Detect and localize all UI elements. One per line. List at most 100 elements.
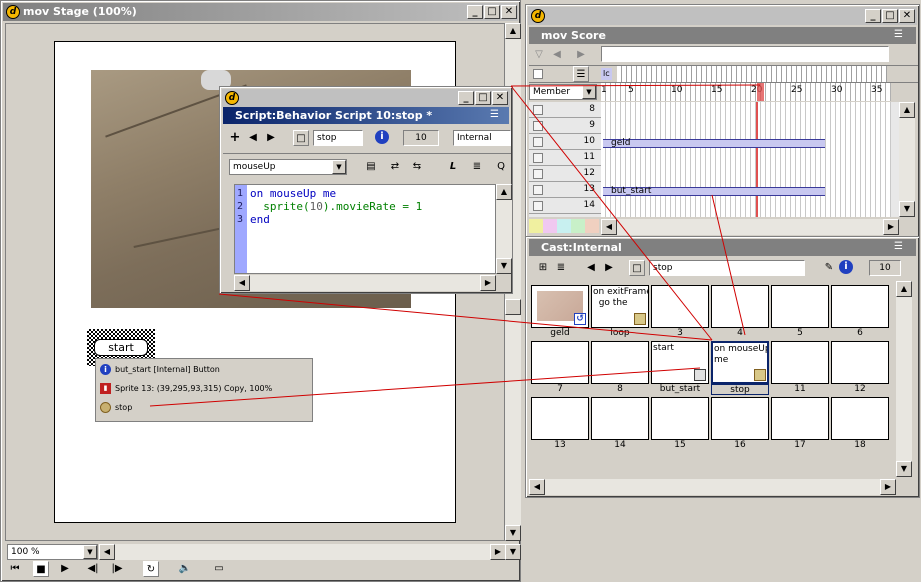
script-name-field[interactable]: stop	[313, 130, 363, 146]
stage-hscroll[interactable]	[99, 544, 506, 560]
indent-icon[interactable]: ⇄	[387, 159, 403, 175]
channel-toggle[interactable]	[533, 121, 543, 131]
script-scroll-down[interactable]: ▼	[496, 258, 512, 274]
channel-toggle[interactable]	[533, 185, 543, 195]
cast-hscroll[interactable]	[529, 479, 896, 495]
cast-member-2[interactable]: on exitFrame me go theloop	[591, 285, 649, 339]
cast-scroll-left[interactable]: ◀	[529, 479, 545, 495]
cast-panel-header[interactable]: Cast:Internal	[529, 239, 916, 256]
rewind-icon[interactable]: ⏮	[7, 561, 23, 577]
sprite-span-geld[interactable]: geld	[603, 139, 825, 148]
loop-icon[interactable]: ↻	[143, 561, 159, 577]
cast-member-7[interactable]: 7	[531, 341, 589, 395]
cast-member-13[interactable]: 13	[531, 397, 589, 451]
filter-icon[interactable]: ▽	[531, 47, 547, 63]
list-view-icon[interactable]: ≣	[553, 260, 569, 276]
cast-member-10[interactable]: on mouseUp me stop	[711, 341, 769, 395]
score-panel-header[interactable]: mov Score	[529, 27, 916, 44]
maximize-icon[interactable]: □	[475, 91, 491, 105]
stop-icon[interactable]: ■	[33, 561, 49, 577]
cast-member-18[interactable]: 18	[831, 397, 889, 451]
step-back-icon[interactable]: ◀|	[85, 561, 101, 577]
channel-toggle[interactable]	[533, 201, 543, 211]
channel-10[interactable]: 10	[529, 134, 601, 150]
cast-member-3[interactable]: 3	[651, 285, 709, 339]
score-scroll-down[interactable]: ▼	[899, 201, 915, 217]
next-member-icon[interactable]: ▶	[263, 130, 279, 146]
cast-member-11[interactable]: 11	[771, 341, 829, 395]
channel-toggle[interactable]	[533, 105, 543, 115]
stage-scroll-down[interactable]: ▼	[505, 525, 521, 541]
cast-member-6[interactable]: 6	[831, 285, 889, 339]
script-icon[interactable]: ✎	[821, 260, 837, 276]
close-icon[interactable]: ✕	[492, 91, 508, 105]
minimize-icon[interactable]: _	[865, 9, 881, 23]
cast-member-5[interactable]: 5	[771, 285, 829, 339]
lingo-list-icon[interactable]: ≣	[469, 159, 485, 175]
channel-12[interactable]: 12	[529, 166, 601, 182]
sprite-span-but-start[interactable]: but_start	[603, 187, 825, 196]
close-icon[interactable]: ✕	[501, 5, 517, 19]
cast-member-8[interactable]: 8	[591, 341, 649, 395]
cast-member-4[interactable]: 4	[711, 285, 769, 339]
script-scroll-up[interactable]: ▲	[496, 184, 512, 200]
info-icon[interactable]: i	[839, 260, 853, 274]
marker-label[interactable]: lc	[601, 68, 612, 80]
channel-11[interactable]: 11	[529, 150, 601, 166]
step-forward-icon[interactable]: |▶	[109, 561, 125, 577]
marker-toggle[interactable]	[533, 69, 543, 79]
panel-menu-icon[interactable]: ☰	[490, 109, 499, 120]
script-panel-header[interactable]: Script:Behavior Script 10:stop *	[223, 107, 509, 124]
panel-menu-icon[interactable]: ☰	[894, 29, 903, 40]
cast-scroll-down[interactable]: ▼	[896, 461, 912, 477]
script-scroll-left[interactable]: ◀	[234, 275, 250, 291]
panel-menu-icon[interactable]: ☰	[894, 241, 903, 252]
add-icon[interactable]: +	[227, 130, 243, 146]
nav-right-icon[interactable]: ▶	[573, 47, 589, 63]
script-editor[interactable]: 1 2 3 on mouseUp me sprite(10).movieRate…	[234, 184, 496, 274]
stage-scroll-right[interactable]: ▶	[490, 544, 506, 560]
cast-member-15[interactable]: 15	[651, 397, 709, 451]
channel-13[interactable]: 13	[529, 182, 601, 198]
prev-member-icon[interactable]: ◀	[583, 260, 599, 276]
channel-14[interactable]: 14	[529, 198, 601, 214]
zoom-select[interactable]: 100 % ▼	[7, 544, 98, 560]
cast-member-16[interactable]: 16	[711, 397, 769, 451]
stage-scroll-up[interactable]: ▲	[505, 23, 521, 39]
cast-number-field[interactable]: 10	[869, 260, 901, 276]
channel-toggle[interactable]	[533, 137, 543, 147]
outdent-icon[interactable]: ⇆	[409, 159, 425, 175]
cast-member-14[interactable]: 14	[591, 397, 649, 451]
info-icon[interactable]: i	[375, 130, 389, 144]
script-cast-lib-field[interactable]: Internal	[453, 130, 511, 146]
channel-9[interactable]: 9	[529, 118, 601, 134]
drag-member-icon[interactable]: □	[629, 260, 645, 276]
cast-member-12[interactable]: 12	[831, 341, 889, 395]
channel-toggle[interactable]	[533, 153, 543, 163]
script-scroll-right[interactable]: ▶	[480, 275, 496, 291]
lingo-menu-icon[interactable]: L	[445, 159, 461, 175]
selected-frames-icon[interactable]: ▭	[211, 561, 227, 577]
minimize-icon[interactable]: _	[458, 91, 474, 105]
cast-scroll-up[interactable]: ▲	[896, 281, 912, 297]
maximize-icon[interactable]: □	[484, 5, 500, 19]
cast-member-17[interactable]: 17	[771, 397, 829, 451]
thumbnail-view-icon[interactable]: ⊞	[535, 260, 551, 276]
score-scroll-right[interactable]: ▶	[883, 219, 899, 235]
volume-icon[interactable]: 🔈	[177, 561, 193, 577]
next-member-icon[interactable]: ▶	[601, 260, 617, 276]
minimize-icon[interactable]: _	[467, 5, 483, 19]
script-number-field[interactable]: 10	[403, 130, 439, 146]
member-select[interactable]: Member ▼	[529, 84, 597, 100]
stage-scroll-left[interactable]: ◀	[99, 544, 115, 560]
stage-scroll-thumb[interactable]	[505, 299, 521, 315]
playhead[interactable]	[757, 83, 764, 101]
drag-member-icon[interactable]: □	[293, 130, 309, 146]
handler-select[interactable]: mouseUp ▼	[229, 159, 347, 175]
cast-member-9[interactable]: start but_start	[651, 341, 709, 395]
marker-menu-icon[interactable]: ☰	[573, 66, 589, 82]
stage-titlebar[interactable]: d mov Stage (100%)	[3, 3, 518, 21]
channel-8[interactable]: 8	[529, 102, 601, 118]
cast-vscroll[interactable]	[896, 281, 912, 477]
cast-name-field[interactable]: stop	[649, 260, 805, 276]
